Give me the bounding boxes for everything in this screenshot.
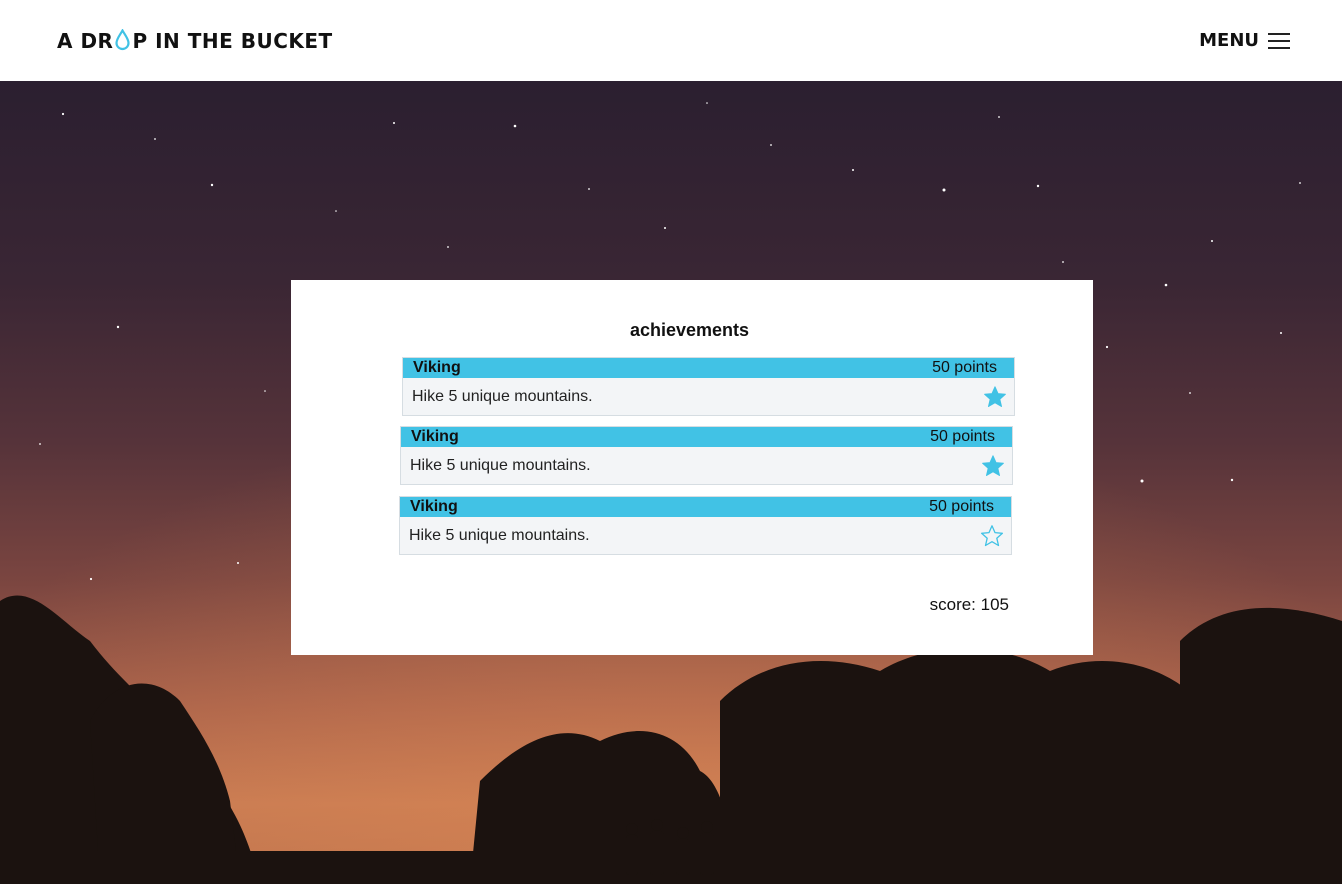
achievement-name: Viking bbox=[411, 428, 459, 445]
achievement-description: Hike 5 unique mountains. bbox=[410, 456, 591, 474]
site-header: A DR P IN THE BUCKET MENU bbox=[0, 0, 1342, 81]
achievement-item[interactable]: Viking 50 points Hike 5 unique mountains… bbox=[399, 496, 1012, 555]
star-filled-icon bbox=[982, 454, 1004, 476]
achievement-name: Viking bbox=[410, 498, 458, 515]
achievement-item[interactable]: Viking 50 points Hike 5 unique mountains… bbox=[400, 426, 1013, 485]
achievement-header: Viking 50 points bbox=[403, 358, 1014, 378]
star-outline-icon bbox=[980, 524, 1004, 546]
menu-button[interactable]: MENU bbox=[1199, 30, 1290, 51]
logo-text-end: P IN THE BUCKET bbox=[132, 28, 333, 53]
site-logo[interactable]: A DR P IN THE BUCKET bbox=[57, 28, 333, 53]
card-title: achievements bbox=[629, 320, 750, 340]
achievement-body: Hike 5 unique mountains. bbox=[403, 378, 1014, 415]
achievement-points: 50 points bbox=[932, 359, 997, 376]
achievement-points: 50 points bbox=[930, 428, 995, 445]
achievement-description: Hike 5 unique mountains. bbox=[409, 526, 590, 544]
achievement-name: Viking bbox=[413, 359, 461, 376]
achievement-item[interactable]: Viking 50 points Hike 5 unique mountains… bbox=[402, 357, 1015, 416]
star-filled-icon bbox=[984, 385, 1006, 407]
water-drop-icon bbox=[115, 28, 131, 50]
achievement-body: Hike 5 unique mountains. bbox=[401, 447, 1012, 484]
hamburger-menu-icon bbox=[1268, 32, 1290, 49]
score-total: score: 105 bbox=[929, 595, 1009, 614]
achievement-description: Hike 5 unique mountains. bbox=[412, 387, 593, 405]
achievement-header: Viking 50 points bbox=[400, 497, 1011, 517]
logo-text-start: A DR bbox=[57, 28, 114, 53]
achievement-points: 50 points bbox=[929, 498, 994, 515]
achievement-header: Viking 50 points bbox=[401, 427, 1012, 447]
menu-label: MENU bbox=[1199, 30, 1259, 51]
achievement-body: Hike 5 unique mountains. bbox=[400, 517, 1011, 554]
achievements-card: achievements Viking 50 points Hike 5 uni… bbox=[291, 280, 1093, 655]
